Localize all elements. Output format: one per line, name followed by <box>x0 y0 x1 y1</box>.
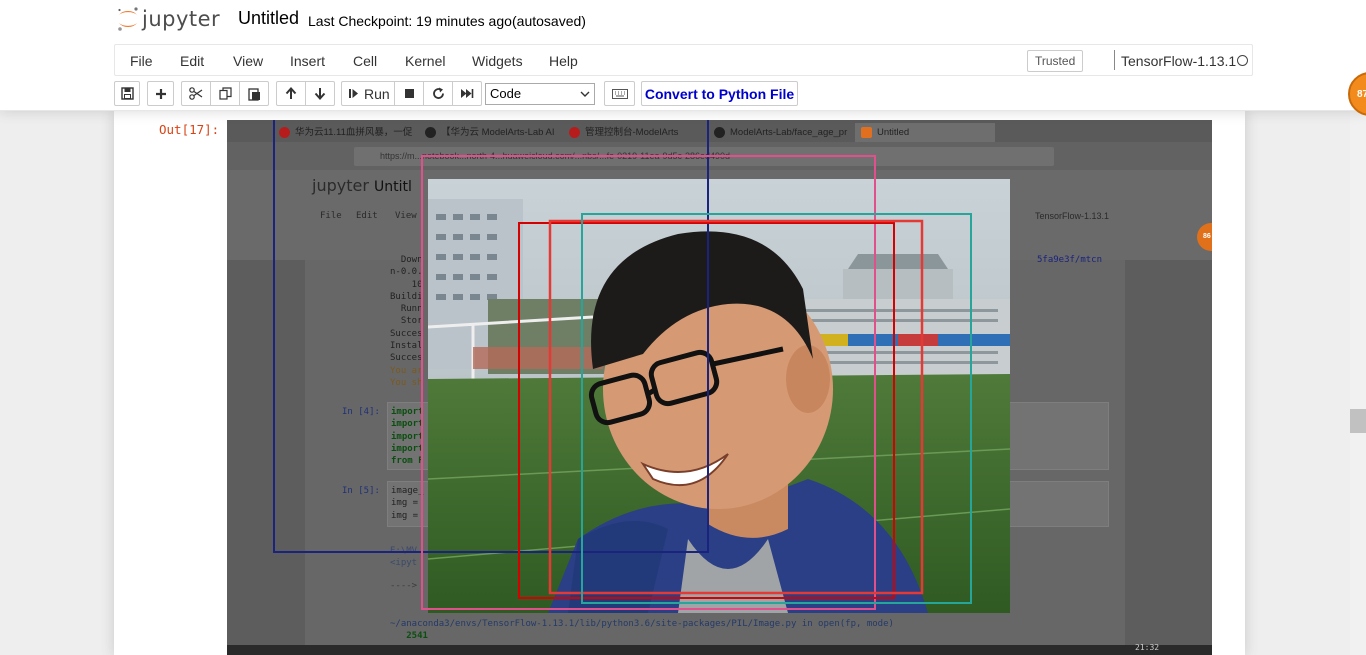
output-image: 华为云11.11血拼风暴，一促 【华为云 ModelArts-Lab AI 管理… <box>227 120 1212 655</box>
keyboard-icon <box>611 88 628 99</box>
run-label: Run <box>364 85 390 102</box>
move-up-button[interactable] <box>276 81 306 106</box>
menu-edit[interactable]: Edit <box>180 53 204 69</box>
checkpoint-status: Last Checkpoint: 19 minutes ago <box>308 13 512 29</box>
copy-button[interactable] <box>210 81 240 106</box>
scrollbar-thumb[interactable] <box>1350 409 1366 433</box>
autosave-status: (autosaved) <box>512 13 586 29</box>
kernel-name[interactable]: TensorFlow-1.13.1 <box>1121 53 1236 69</box>
stop-icon <box>404 89 414 98</box>
menu-kernel[interactable]: Kernel <box>405 53 445 69</box>
jupyter-logo[interactable]: jupyter <box>116 5 220 33</box>
menu-help[interactable]: Help <box>549 53 578 69</box>
bbox-red-2 <box>548 219 924 595</box>
cut-button[interactable] <box>181 81 211 106</box>
menu-view[interactable]: View <box>233 53 263 69</box>
save-icon <box>120 87 134 100</box>
bbox-red <box>518 222 895 599</box>
command-palette-button[interactable] <box>604 81 635 106</box>
output-prompt: Out[17]: <box>159 122 220 137</box>
convert-to-python-button[interactable]: Convert to Python File <box>641 81 798 106</box>
insert-cell-button[interactable] <box>147 81 174 106</box>
paste-icon <box>247 87 260 101</box>
move-down-button[interactable] <box>305 81 335 106</box>
restart-button[interactable] <box>423 81 453 106</box>
chevron-down-icon <box>580 91 590 97</box>
bbox-teal <box>581 213 972 604</box>
paste-button[interactable] <box>239 81 269 106</box>
cell-type-select[interactable]: Code <box>485 83 595 105</box>
menu-widgets[interactable]: Widgets <box>472 53 523 69</box>
fast-forward-icon <box>461 89 474 98</box>
scissors-icon <box>189 87 203 100</box>
menu-insert[interactable]: Insert <box>290 53 325 69</box>
arrow-down-icon <box>314 88 326 100</box>
copy-icon <box>218 87 232 100</box>
menu-bar: File Edit View Insert Cell Kernel Widget… <box>114 44 1253 76</box>
arrow-up-icon <box>285 87 297 99</box>
bbox-navy <box>273 120 709 553</box>
jupyter-logo-text: jupyter <box>142 7 221 31</box>
interrupt-button[interactable] <box>394 81 424 106</box>
kernel-idle-icon <box>1237 55 1248 66</box>
kernel-separator <box>1114 50 1115 70</box>
restart-icon <box>432 87 444 99</box>
run-button[interactable]: Run <box>341 81 395 106</box>
trusted-badge[interactable]: Trusted <box>1027 50 1084 72</box>
notebook-header: jupyter Untitled Last Checkpoint: 19 min… <box>0 0 1366 111</box>
menu-file[interactable]: File <box>130 53 153 69</box>
save-button[interactable] <box>114 81 140 106</box>
detection-boxes <box>273 120 972 610</box>
plus-icon <box>155 88 166 99</box>
cell-type-value: Code <box>490 86 522 101</box>
restart-run-all-button[interactable] <box>452 81 482 106</box>
menu-cell[interactable]: Cell <box>353 53 377 69</box>
page-scrollbar[interactable] <box>1350 111 1366 655</box>
notebook-title[interactable]: Untitled <box>238 8 299 29</box>
jupyter-logo-icon <box>118 7 138 31</box>
step-forward-icon <box>349 89 358 98</box>
